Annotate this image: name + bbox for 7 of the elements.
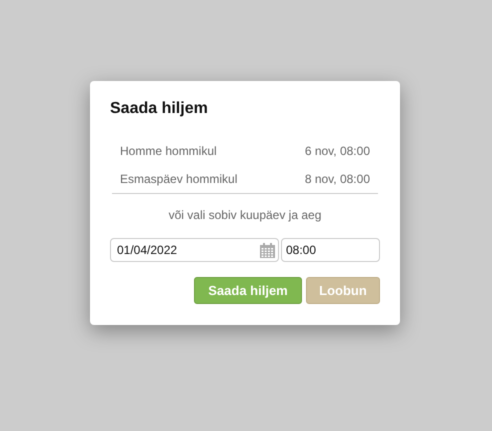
dialog-title: Saada hiljem bbox=[110, 99, 209, 119]
time-field[interactable]: 08:00 bbox=[281, 238, 380, 262]
schedule-option[interactable]: Homme hommikul 6 nov, 08:00 bbox=[112, 137, 378, 165]
calendar-icon[interactable] bbox=[260, 243, 275, 258]
date-field[interactable]: 01/04/2022 bbox=[110, 238, 279, 262]
hint-text: või vali sobiv kuupäev ja aeg bbox=[168, 208, 322, 222]
schedule-option[interactable]: Esmaspäev hommikul 8 nov, 08:00 bbox=[112, 165, 378, 193]
